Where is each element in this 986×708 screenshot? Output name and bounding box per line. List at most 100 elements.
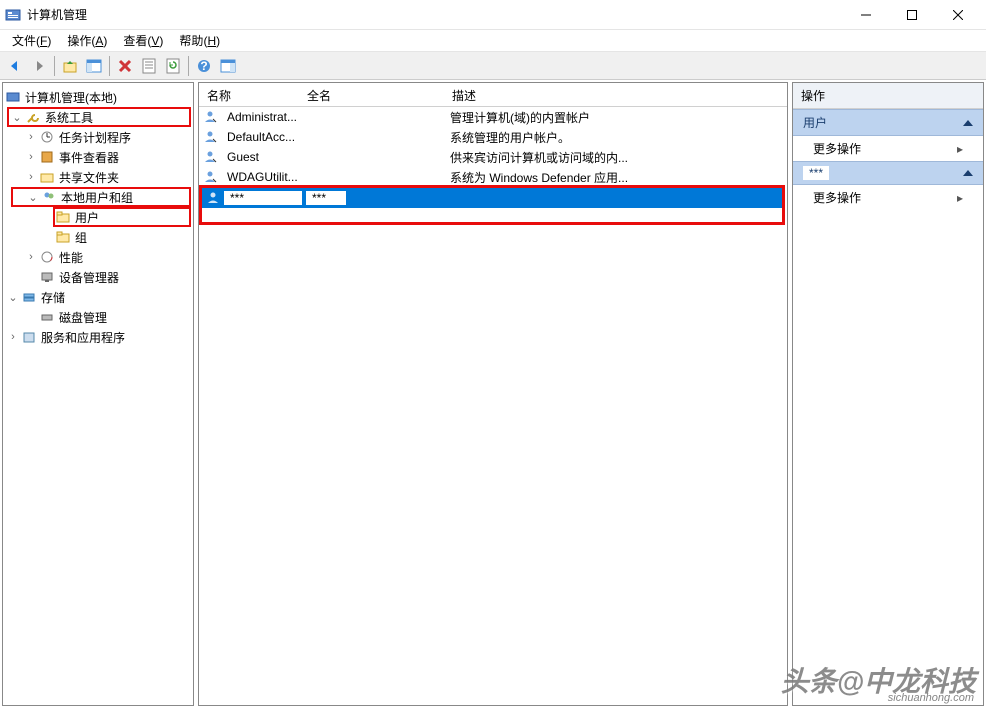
menu-file[interactable]: 文件(F) xyxy=(6,30,57,51)
titlebar: 计算机管理 xyxy=(0,0,986,30)
actions-section-label: *** xyxy=(803,166,829,180)
tree-task-scheduler[interactable]: › 任务计划程序 xyxy=(5,127,191,147)
tree-root[interactable]: 计算机管理(本地) xyxy=(5,87,191,107)
folder-icon xyxy=(55,209,71,225)
forward-button[interactable] xyxy=(28,55,50,77)
toolbar-separator xyxy=(54,56,55,76)
services-icon xyxy=(21,329,37,345)
folder-icon xyxy=(55,229,71,245)
show-hide-tree-button[interactable] xyxy=(83,55,105,77)
expand-icon[interactable]: › xyxy=(23,151,39,163)
device-icon xyxy=(39,269,55,285)
actions-section-users[interactable]: 用户 xyxy=(793,109,983,136)
cell-desc: 系统为 Windows Defender 应用... xyxy=(444,169,787,186)
menu-view[interactable]: 查看(V) xyxy=(117,30,169,51)
list-body[interactable]: Administrat... 管理计算机(域)的内置帐户 DefaultAcc.… xyxy=(199,107,787,705)
list-header: 名称 全名 描述 xyxy=(199,83,787,107)
navigation-tree[interactable]: 计算机管理(本地) ⌄ 系统工具 › 任务计划程序 › 事件查看器 xyxy=(3,83,193,351)
shared-folder-icon xyxy=(39,169,55,185)
users-groups-icon xyxy=(41,189,57,205)
column-description[interactable]: 描述 xyxy=(444,83,787,106)
cell-name: Guest xyxy=(221,150,299,164)
navigation-tree-panel: 计算机管理(本地) ⌄ 系统工具 › 任务计划程序 › 事件查看器 xyxy=(2,82,194,706)
expand-icon[interactable]: › xyxy=(23,131,39,143)
help-button[interactable]: ? xyxy=(193,55,215,77)
actions-panel: 操作 用户 更多操作 ▸ *** 更多操作 ▸ xyxy=(792,82,984,706)
actions-header: 操作 xyxy=(793,83,983,109)
tree-disk-management[interactable]: 磁盘管理 xyxy=(5,307,191,327)
cell-name: *** xyxy=(224,191,302,205)
list-row-selected[interactable]: *** *** xyxy=(202,188,782,208)
menu-help[interactable]: 帮助(H) xyxy=(173,30,226,51)
toolbar-separator xyxy=(188,56,189,76)
tools-icon xyxy=(25,109,41,125)
cell-desc: 管理计算机(域)的内置帐户 xyxy=(444,109,787,126)
user-icon xyxy=(206,190,222,206)
user-icon xyxy=(203,109,219,125)
submenu-icon: ▸ xyxy=(957,142,963,156)
actions-section-selected[interactable]: *** xyxy=(793,161,983,185)
tree-system-tools[interactable]: ⌄ 系统工具 xyxy=(7,107,191,127)
app-icon xyxy=(5,7,21,23)
computer-icon xyxy=(5,89,21,105)
actions-item-label: 更多操作 xyxy=(813,189,861,206)
column-name[interactable]: 名称 xyxy=(199,83,299,106)
collapse-icon[interactable]: ⌄ xyxy=(9,111,25,124)
list-row[interactable]: WDAGUtilit... 系统为 Windows Defender 应用... xyxy=(199,167,787,187)
tree-groups[interactable]: 组 xyxy=(5,227,191,247)
performance-icon xyxy=(39,249,55,265)
list-row[interactable]: Administrat... 管理计算机(域)的内置帐户 xyxy=(199,107,787,127)
expand-icon[interactable]: › xyxy=(23,171,39,183)
cell-desc: 系统管理的用户帐户。 xyxy=(444,129,787,146)
collapse-icon[interactable]: ⌄ xyxy=(5,291,21,304)
user-icon xyxy=(203,169,219,185)
actions-more-2[interactable]: 更多操作 ▸ xyxy=(793,185,983,210)
actions-item-label: 更多操作 xyxy=(813,140,861,157)
cell-desc: 供来宾访问计算机或访问域的内... xyxy=(444,149,787,166)
minimize-button[interactable] xyxy=(843,0,889,30)
tree-device-manager[interactable]: 设备管理器 xyxy=(5,267,191,287)
cell-fullname: *** xyxy=(306,191,346,205)
delete-button[interactable] xyxy=(114,55,136,77)
window-controls xyxy=(843,0,981,30)
close-button[interactable] xyxy=(935,0,981,30)
back-button[interactable] xyxy=(4,55,26,77)
user-icon xyxy=(203,149,219,165)
tree-event-viewer[interactable]: › 事件查看器 xyxy=(5,147,191,167)
collapse-icon[interactable]: ⌄ xyxy=(25,191,41,204)
toolbar-separator xyxy=(109,56,110,76)
expand-icon[interactable]: › xyxy=(5,331,21,343)
up-button[interactable] xyxy=(59,55,81,77)
show-actions-button[interactable] xyxy=(217,55,239,77)
window-title: 计算机管理 xyxy=(27,6,843,23)
disk-icon xyxy=(39,309,55,325)
actions-section-label: 用户 xyxy=(803,114,827,131)
maximize-button[interactable] xyxy=(889,0,935,30)
clock-icon xyxy=(39,129,55,145)
properties-button[interactable] xyxy=(138,55,160,77)
list-row[interactable]: DefaultAcc... 系统管理的用户帐户。 xyxy=(199,127,787,147)
content-area: 计算机管理(本地) ⌄ 系统工具 › 任务计划程序 › 事件查看器 xyxy=(0,80,986,708)
collapse-icon xyxy=(963,120,973,126)
menubar: 文件(F) 操作(A) 查看(V) 帮助(H) xyxy=(0,30,986,52)
tree-shared-folders[interactable]: › 共享文件夹 xyxy=(5,167,191,187)
cell-name: Administrat... xyxy=(221,110,299,124)
event-icon xyxy=(39,149,55,165)
tree-local-users-groups[interactable]: ⌄ 本地用户和组 xyxy=(11,187,191,207)
tree-performance[interactable]: › 性能 xyxy=(5,247,191,267)
svg-text:?: ? xyxy=(200,59,207,73)
tree-storage[interactable]: ⌄ 存储 xyxy=(5,287,191,307)
toolbar: ? xyxy=(0,52,986,80)
selected-row-highlight: *** *** xyxy=(199,185,785,225)
column-fullname[interactable]: 全名 xyxy=(299,83,444,106)
tree-users[interactable]: 用户 xyxy=(53,207,191,227)
storage-icon xyxy=(21,289,37,305)
list-row[interactable]: Guest 供来宾访问计算机或访问域的内... xyxy=(199,147,787,167)
menu-action[interactable]: 操作(A) xyxy=(61,30,113,51)
tree-services-apps[interactable]: › 服务和应用程序 xyxy=(5,327,191,347)
cell-name: DefaultAcc... xyxy=(221,130,299,144)
collapse-icon xyxy=(963,170,973,176)
expand-icon[interactable]: › xyxy=(23,251,39,263)
refresh-button[interactable] xyxy=(162,55,184,77)
actions-more-1[interactable]: 更多操作 ▸ xyxy=(793,136,983,161)
